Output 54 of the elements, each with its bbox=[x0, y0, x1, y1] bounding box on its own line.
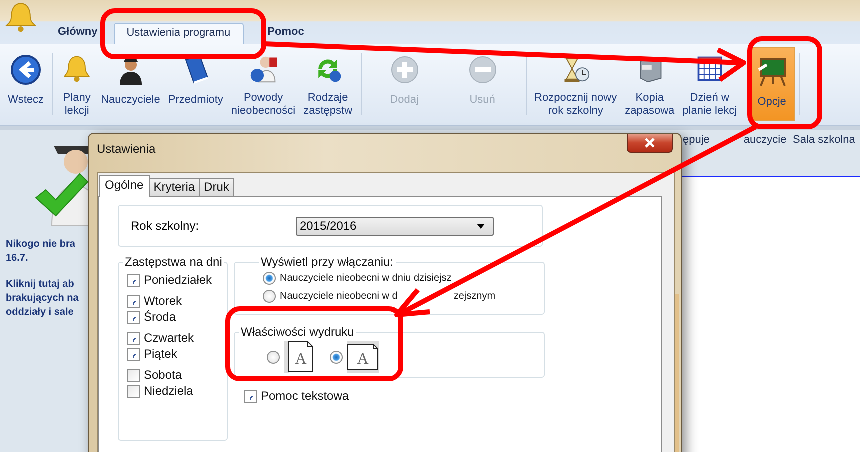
blackboard-icon bbox=[756, 56, 788, 88]
checkbox[interactable] bbox=[127, 348, 140, 360]
checkbox-label: Poniedziałek bbox=[144, 273, 212, 287]
ribbon-button[interactable]: Nauczyciele bbox=[97, 47, 164, 121]
close-button[interactable] bbox=[627, 134, 673, 153]
checkbox[interactable] bbox=[127, 384, 140, 398]
remove-icon bbox=[466, 54, 499, 86]
radio-button[interactable] bbox=[263, 290, 276, 303]
checkbox[interactable] bbox=[244, 390, 257, 402]
radio-label: Nauczyciele nieobecni w d bbox=[280, 291, 398, 302]
checkbox-label: Czwartek bbox=[144, 331, 194, 345]
checkbox[interactable] bbox=[127, 310, 140, 324]
radio-label: zejsznym bbox=[454, 291, 496, 302]
checkbox[interactable] bbox=[127, 294, 140, 308]
ribbon-button[interactable]: Rozpocznij nowy rok szkolny bbox=[530, 47, 622, 121]
column-header[interactable]: auczycie bbox=[744, 134, 787, 176]
group-title: Wyświetl przy włączaniu: bbox=[260, 255, 395, 269]
landscape-page-icon: A bbox=[347, 341, 379, 373]
ribbon-tab[interactable]: Główny bbox=[52, 22, 104, 44]
dialog-title: Ustawienia bbox=[97, 142, 156, 156]
dialog-tab[interactable]: Kryteria bbox=[148, 178, 200, 196]
radio-button[interactable] bbox=[267, 350, 280, 364]
checkbox-label: Pomoc tekstowa bbox=[261, 389, 350, 403]
ribbon-button[interactable]: Powody nieobecności bbox=[227, 47, 300, 121]
ribbon-button[interactable]: Kopia zapasowa bbox=[621, 47, 679, 121]
ribbon-button[interactable]: Przedmioty bbox=[164, 47, 228, 121]
checkbox-label: Środa bbox=[144, 310, 176, 324]
close-icon bbox=[644, 138, 656, 148]
checkbox[interactable] bbox=[127, 332, 140, 344]
dialog-tab[interactable]: Ogólne bbox=[99, 175, 150, 197]
dialog-tab[interactable]: Druk bbox=[199, 178, 234, 196]
group-title: Właściwości wydruku bbox=[240, 325, 356, 339]
checkbox[interactable] bbox=[127, 368, 140, 382]
field-label: Rok szkolny: bbox=[131, 219, 200, 233]
radio-button[interactable] bbox=[330, 350, 343, 364]
year-dropdown[interactable]: 2015/2016 bbox=[296, 216, 494, 236]
ribbon-button[interactable]: Rodzaje zastępstw bbox=[300, 47, 357, 121]
ribbon-tab[interactable]: Pomoc bbox=[262, 22, 310, 44]
radio-label: Nauczyciele nieobecni w dniu dzisiejsz bbox=[280, 273, 452, 284]
caret-icon bbox=[477, 224, 485, 228]
ribbon-tab[interactable]: Ustawienia programu bbox=[114, 23, 244, 44]
checkbox-label: Piątek bbox=[144, 347, 178, 361]
checkbox[interactable] bbox=[127, 274, 140, 286]
ribbon-button[interactable]: Plany lekcji bbox=[57, 47, 98, 121]
checkbox-label: Niedziela bbox=[144, 384, 194, 398]
checkbox-label: Sobota bbox=[144, 368, 182, 382]
add-icon bbox=[388, 54, 421, 86]
checkbox-label: Wtorek bbox=[144, 294, 182, 308]
group-title: Zastępstwa na dni bbox=[124, 255, 224, 269]
radio-button[interactable] bbox=[263, 272, 276, 285]
ribbon-button[interactable]: Dzień w planie lekcj bbox=[678, 47, 742, 121]
ribbon-button[interactable]: Wstecz bbox=[4, 47, 48, 121]
column-header[interactable]: ępuje bbox=[683, 134, 710, 176]
column-header[interactable]: Sala szkolna bbox=[793, 134, 856, 176]
